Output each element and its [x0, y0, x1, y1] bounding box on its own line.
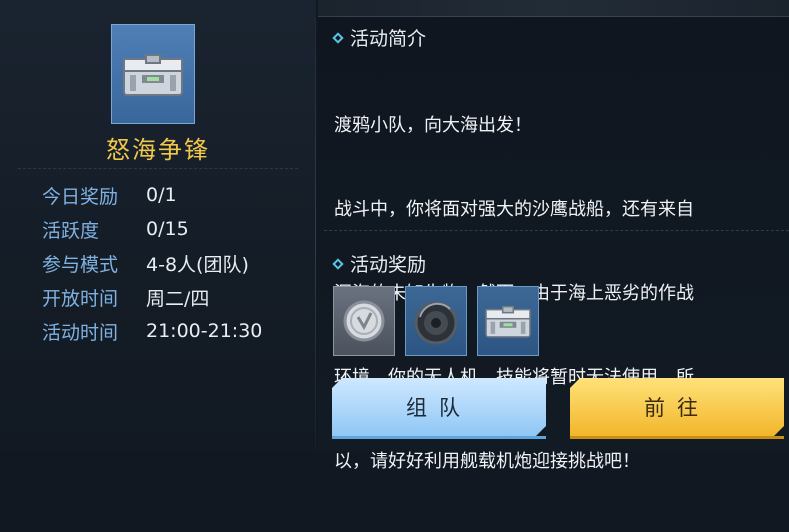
reward-slot-gear[interactable] — [405, 286, 467, 356]
info-value: 0/1 — [146, 184, 177, 206]
gear-disc-icon — [414, 301, 458, 345]
event-info-list: 今日奖励 0/1 活跃度 0/15 参与模式 4-8人(团队) 开放时间 周二/… — [42, 178, 262, 348]
reward-slot-coin[interactable] — [333, 286, 395, 356]
reward-list — [333, 286, 539, 356]
silver-coin-icon — [343, 300, 385, 342]
panel-top-edge — [318, 0, 789, 17]
reward-slot-crate[interactable] — [477, 286, 539, 356]
rewards-heading: 活动奖励 — [332, 250, 427, 277]
intro-line: 战斗中，你将面对强大的沙鹰战船，还有来自 — [334, 199, 694, 220]
info-label: 参与模式 — [42, 253, 119, 276]
event-icon-frame — [111, 24, 195, 124]
info-value: 周二/四 — [146, 287, 210, 310]
go-button-edge — [570, 436, 784, 439]
team-button-edge — [332, 436, 546, 439]
info-label: 开放时间 — [42, 287, 119, 310]
event-info-panel: 怒海争锋 今日奖励 0/1 活跃度 0/15 参与模式 4-8人(团队) 开放时… — [0, 0, 316, 451]
info-label: 活动时间 — [42, 321, 119, 344]
info-value: 21:00-21:30 — [146, 320, 263, 342]
team-up-button[interactable]: 组队 — [332, 378, 546, 436]
rewards-heading-label: 活动奖励 — [350, 254, 427, 276]
info-row-activity: 活跃度 0/15 — [42, 212, 262, 246]
diamond-bullet-icon — [332, 31, 344, 44]
event-title: 怒海争锋 — [106, 136, 210, 164]
supply-crate-icon — [485, 305, 531, 338]
section-divider — [324, 230, 789, 232]
divider — [18, 168, 298, 171]
intro-heading: 活动简介 — [332, 24, 427, 51]
intro-line: 以，请好好利用舰载机炮迎接挑战吧！ — [334, 451, 640, 472]
info-value: 4-8人(团队) — [146, 253, 249, 276]
info-label: 今日奖励 — [42, 185, 119, 208]
info-row-mode: 参与模式 4-8人(团队) — [42, 246, 262, 280]
intro-line: 渡鸦小队，向大海出发！ — [334, 115, 532, 136]
info-row-open-days: 开放时间 周二/四 — [42, 280, 262, 314]
info-label: 活跃度 — [42, 219, 100, 242]
info-value: 0/15 — [146, 218, 189, 240]
info-row-daily-reward: 今日奖励 0/1 — [42, 178, 262, 212]
supply-crate-icon — [123, 54, 183, 96]
diamond-bullet-icon — [332, 257, 344, 270]
info-row-event-time: 活动时间 21:00-21:30 — [42, 314, 262, 348]
go-button[interactable]: 前往 — [570, 378, 784, 436]
intro-heading-label: 活动简介 — [350, 28, 427, 50]
